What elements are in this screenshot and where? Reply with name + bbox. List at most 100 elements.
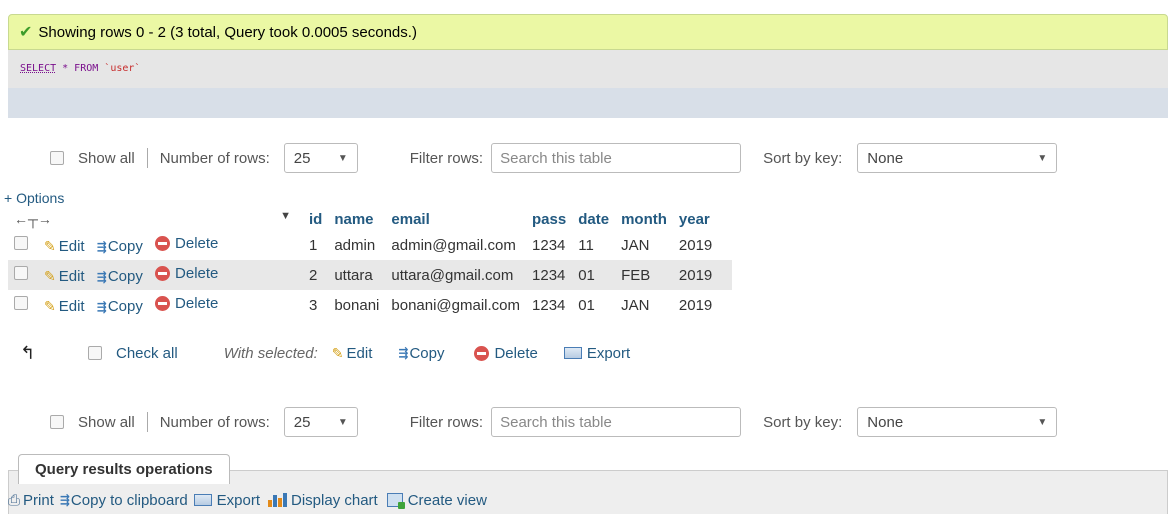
edit-label: Edit	[58, 237, 85, 255]
checkmark-icon: ✔	[19, 24, 33, 41]
export-icon	[563, 347, 582, 359]
dropdown-arrow-icon: ▼	[1037, 416, 1048, 428]
cell-pass: 1234	[526, 260, 573, 290]
filter-rows-input[interactable]: Search this table	[491, 407, 742, 437]
sort-by-key-select[interactable]: None ▼	[857, 143, 1058, 173]
copy-to-clipboard-link[interactable]: ⇶ Copy to clipboard	[60, 492, 188, 509]
sort-by-key-label: Sort by key:	[763, 149, 843, 167]
number-of-rows-select[interactable]: 25 ▼	[283, 407, 358, 437]
copy-icon: ⇶	[96, 269, 107, 284]
create-view-label: Create view	[407, 491, 487, 509]
cell-id: 2	[303, 260, 329, 290]
print-link[interactable]: ⎙ Print	[8, 492, 54, 509]
dropdown-arrow-icon: ▼	[337, 152, 348, 164]
column-header-email[interactable]: email	[385, 208, 527, 230]
filter-rows-placeholder: Search this table	[500, 149, 612, 167]
bar-chart-icon	[268, 493, 288, 507]
pencil-icon: ✎	[44, 297, 56, 314]
success-text: Showing rows 0 - 2 (3 total, Query took …	[38, 23, 417, 41]
query-results-operations-links: ⎙ Print ⇶ Copy to clipboard Export Display…	[8, 488, 487, 512]
display-chart-link[interactable]: Display chart	[262, 492, 378, 509]
cell-id: 3	[303, 290, 329, 320]
delete-label: Delete	[175, 264, 219, 282]
cell-email: uttara@gmail.com	[385, 260, 527, 290]
row-checkbox-cell	[8, 230, 38, 260]
delete-button[interactable]: Delete	[155, 265, 218, 282]
cell-email: bonani@gmail.com	[385, 290, 527, 320]
row-checkbox[interactable]	[14, 266, 28, 280]
sql-query-box: SELECT * FROM `user`	[8, 50, 1168, 88]
arrow-up-left-icon: ↰	[20, 342, 36, 363]
sql-text: * FROM	[56, 63, 105, 74]
export-label: Export	[216, 491, 261, 509]
results-table: ←┬→ ▼ id name email pass date month year…	[8, 208, 732, 320]
options-link[interactable]: + Options	[4, 190, 64, 206]
filter-rows-placeholder: Search this table	[500, 413, 612, 431]
sort-by-key-select[interactable]: None ▼	[857, 407, 1058, 437]
row-actions: ✎ Edit ⇶ Copy Delete	[38, 290, 303, 320]
export-icon	[193, 494, 212, 506]
table-row: ✎ Edit ⇶ Copy Delete 3 bonani bonani@gmail…	[8, 290, 732, 320]
check-all-link[interactable]: Check all	[116, 345, 178, 362]
row-actions: ✎ Edit ⇶ Copy Delete	[38, 260, 303, 290]
bottom-navigation: Show all Number of rows: 25 ▼ Filter row…	[0, 405, 1168, 439]
row-checkbox[interactable]	[14, 236, 28, 250]
display-chart-label: Display chart	[291, 491, 378, 509]
copy-label: Copy	[107, 268, 143, 286]
copy-to-clipboard-label: Copy to clipboard	[70, 491, 188, 509]
copy-icon: ⇶	[398, 346, 408, 360]
column-header-pass[interactable]: pass	[526, 208, 573, 230]
sort-dropdown-icon[interactable]: ▼	[280, 210, 291, 222]
column-controls-header: ←┬→ ▼	[8, 208, 303, 230]
row-checkbox[interactable]	[14, 296, 28, 310]
query-results-operations-title: Query results operations	[18, 454, 230, 484]
dropdown-arrow-icon: ▼	[1037, 152, 1048, 164]
divider	[146, 148, 148, 168]
delete-icon	[474, 345, 490, 361]
column-header-date[interactable]: date	[572, 208, 616, 230]
show-all-label: Show all	[78, 149, 135, 167]
number-of-rows-value: 25	[293, 413, 311, 431]
sql-keyword-link[interactable]: SELECT	[20, 63, 56, 74]
show-all-checkbox[interactable]	[50, 151, 64, 165]
edit-button[interactable]: ✎ Edit	[44, 268, 85, 285]
copy-icon: ⇶	[59, 493, 70, 507]
copy-button[interactable]: ⇶ Copy	[97, 268, 143, 285]
bulk-actions-row: ↰ Check all With selected: ✎ Edit ⇶ Copy D…	[0, 338, 1168, 368]
number-of-rows-select[interactable]: 25 ▼	[283, 143, 358, 173]
cell-name: admin	[328, 230, 386, 260]
delete-button[interactable]: Delete	[155, 295, 218, 312]
column-header-id[interactable]: id	[303, 208, 329, 230]
divider	[146, 412, 148, 432]
delete-button[interactable]: Delete	[155, 235, 218, 252]
bulk-export-button[interactable]: Export	[563, 345, 630, 362]
create-view-link[interactable]: Create view	[380, 492, 487, 509]
cell-month: FEB	[615, 260, 673, 290]
column-resize-arrows-icon[interactable]: ←┬→	[14, 211, 52, 227]
sql-table-name: `user`	[104, 63, 141, 74]
column-header-month[interactable]: month	[615, 208, 673, 230]
filter-rows-input[interactable]: Search this table	[491, 143, 742, 173]
table-row: ✎ Edit ⇶ Copy Delete 2 uttara uttara@gmail…	[8, 260, 732, 290]
export-link[interactable]: Export	[193, 491, 261, 509]
bulk-delete-button[interactable]: Delete	[474, 345, 538, 362]
cell-date: 11	[572, 230, 616, 260]
copy-button[interactable]: ⇶ Copy	[97, 298, 143, 315]
check-all-checkbox[interactable]	[88, 346, 102, 360]
bulk-copy-button[interactable]: ⇶ Copy	[398, 345, 444, 362]
column-header-name[interactable]: name	[328, 208, 386, 230]
delete-label: Delete	[175, 294, 219, 312]
cell-year: 2019	[672, 260, 732, 290]
with-selected-label: With selected:	[223, 344, 318, 362]
edit-button[interactable]: ✎ Edit	[44, 238, 85, 255]
edit-button[interactable]: ✎ Edit	[44, 298, 85, 315]
show-all-checkbox[interactable]	[50, 415, 64, 429]
cell-date: 01	[572, 290, 616, 320]
column-header-year[interactable]: year	[672, 208, 732, 230]
edit-label: Edit	[58, 297, 85, 315]
copy-icon: ⇶	[96, 299, 107, 314]
sql-edit-strip[interactable]	[8, 88, 1168, 118]
cell-name: bonani	[328, 290, 386, 320]
bulk-edit-button[interactable]: ✎ Edit	[332, 345, 373, 362]
copy-button[interactable]: ⇶ Copy	[97, 238, 143, 255]
